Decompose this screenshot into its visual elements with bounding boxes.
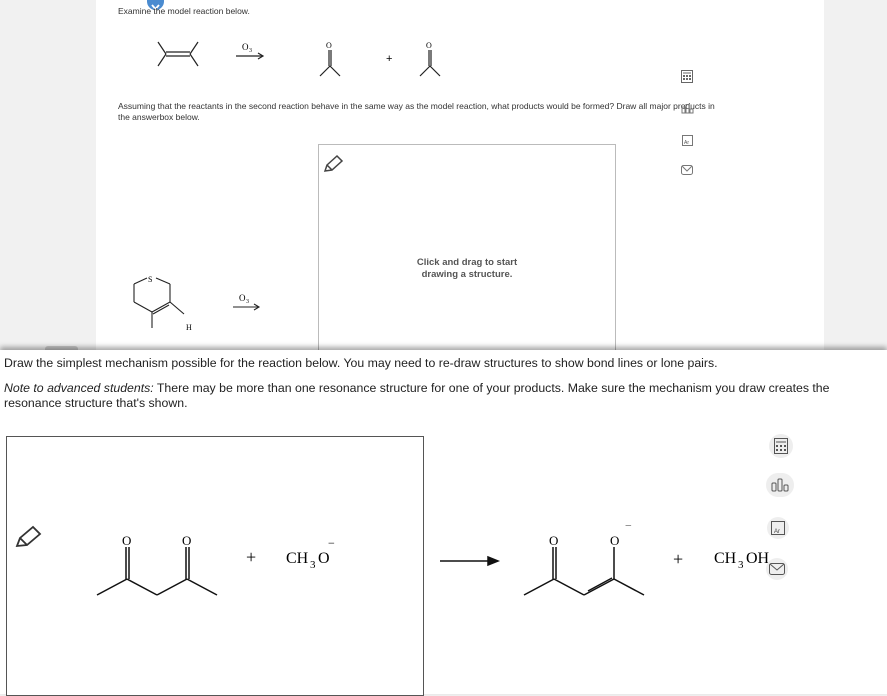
reagent-o3: O: [242, 42, 249, 52]
hint-line2: drawing a structure.: [421, 269, 513, 280]
hint-line1: Click and drag to start: [416, 257, 518, 268]
ketone-o-2: O: [182, 533, 191, 548]
drawing-hint: Click and drag to start drawing a struct…: [319, 257, 615, 281]
chart-icon[interactable]: [766, 473, 794, 497]
enolate-o-1: O: [549, 533, 558, 548]
enolate-charge: −: [625, 525, 632, 532]
top-question-panel: Examine the model reaction below. O 3 O …: [0, 0, 887, 356]
svg-text:Ar: Ar: [684, 140, 689, 146]
mail-icon[interactable]: [766, 558, 788, 580]
acetone-o-1: O: [326, 41, 332, 50]
pencil-icon[interactable]: [322, 154, 344, 179]
second-reaction: S H O 3: [133, 275, 261, 332]
svg-text:Ar: Ar: [774, 529, 780, 535]
periodic-table-icon[interactable]: Ar: [767, 517, 789, 539]
pencil-icon[interactable]: [14, 525, 42, 554]
chart-icon[interactable]: [680, 102, 694, 116]
hydrogen-atom: H: [186, 323, 192, 332]
mechanism-reaction: O O + CH 3 O − O O − + CH 3 OH: [96, 525, 770, 596]
reagent-o3-sub: 3: [249, 48, 252, 54]
methoxide-charge: −: [328, 536, 335, 550]
instruction-text: Draw the simplest mechanism possible for…: [4, 356, 718, 370]
calculator-icon[interactable]: [680, 69, 694, 83]
intro-text: Examine the model reaction below.: [118, 6, 250, 16]
methoxide-sub: 3: [310, 559, 316, 571]
calculator-icon[interactable]: [769, 434, 793, 458]
answer-box[interactable]: Click and drag to start drawing a struct…: [318, 144, 616, 356]
sulfur-atom: S: [148, 275, 152, 284]
mail-icon[interactable]: [680, 163, 694, 177]
plus-sign-2: +: [673, 549, 683, 569]
periodic-table-icon[interactable]: Ar: [680, 133, 694, 147]
methanol: CH: [714, 550, 737, 567]
advanced-note: Note to advanced students: There may be …: [4, 381, 882, 411]
enolate-o-2: O: [610, 533, 619, 548]
methoxide: CH: [286, 550, 309, 567]
reagent2-o3: O: [239, 293, 246, 303]
ketone-o-1: O: [122, 533, 131, 548]
reagent2-o3-sub: 3: [246, 299, 249, 305]
question-line1: Assuming that the reactants in the secon…: [118, 101, 715, 111]
plus-sign: +: [386, 53, 392, 65]
plus-sign-1: +: [246, 547, 256, 567]
methanol-sub: 3: [738, 559, 744, 571]
model-reaction: O 3 O O +: [157, 41, 441, 77]
mechanism-question-panel: Draw the simplest mechanism possible for…: [0, 350, 887, 696]
note-label: Note to advanced students:: [4, 381, 154, 395]
methoxide-o: O: [318, 550, 330, 567]
acetone-o-2: O: [426, 41, 432, 50]
question-line2: the answerbox below.: [118, 112, 200, 122]
